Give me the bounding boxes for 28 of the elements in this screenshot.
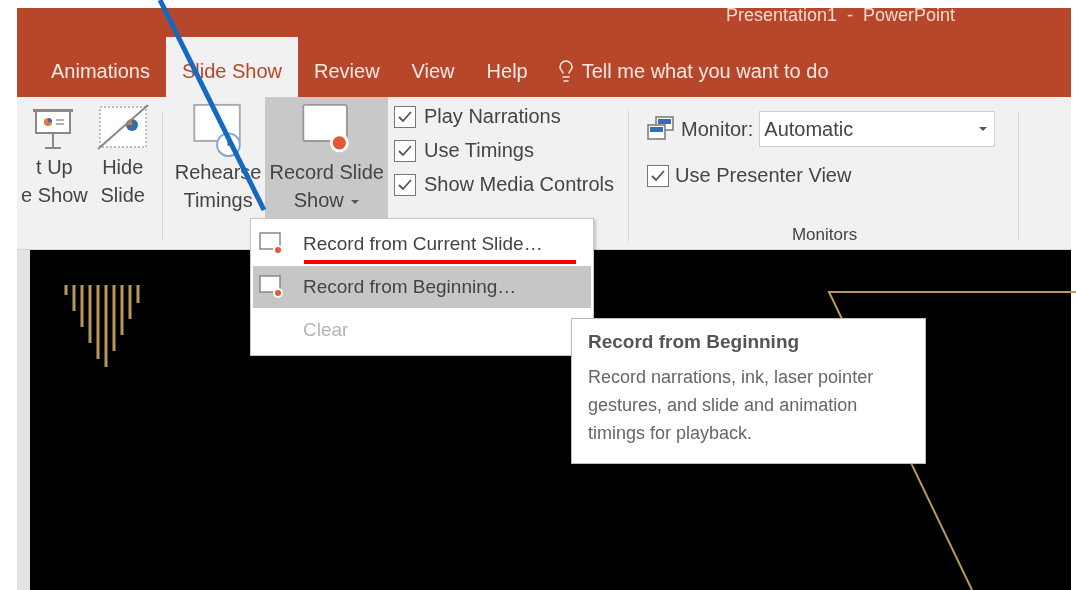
ribbon-button[interactable]: Hide Slide: [91, 97, 154, 218]
monitor-dropdown[interactable]: Automatic: [759, 111, 996, 147]
ribbon-button[interactable]: t Up e Show: [17, 97, 92, 218]
menu-item[interactable]: Record from Current Slide…: [253, 223, 591, 265]
window-title: Presentation1 - PowerPoint: [725, 8, 955, 22]
group-label: Monitors: [791, 225, 858, 245]
monitor-label: Monitor:: [681, 117, 754, 141]
ribbon-button[interactable]: Record Slide Show: [265, 97, 388, 218]
record-slide-icon: [259, 274, 285, 300]
monitors-icon: [647, 116, 676, 142]
checkbox-label: Use Presenter View: [675, 164, 852, 187]
ribbon-tab[interactable]: Help: [470, 45, 544, 97]
tell-me-search[interactable]: Tell me what you want to do: [553, 45, 829, 97]
ribbon-tab[interactable]: View: [395, 45, 471, 97]
tooltip-text: Record narrations, ink, laser pointer gestures, and slide and animation timings for playback.: [588, 366, 875, 445]
checkbox-label: Play Narrations: [423, 105, 561, 128]
tooltip-title: Record from Beginning: [588, 331, 801, 353]
ribbon-tab[interactable]: Animations: [35, 45, 166, 97]
hide-slide-icon: [95, 103, 150, 153]
checkbox[interactable]: [393, 105, 416, 128]
checkbox[interactable]: [647, 164, 670, 187]
ribbon-tab[interactable]: Review: [298, 45, 396, 97]
checkbox[interactable]: [393, 173, 416, 196]
menu-item[interactable]: Record from Beginning…: [253, 266, 591, 308]
checkbox-label: Use Timings: [423, 139, 534, 162]
caret-icon: [978, 126, 989, 132]
checkbox[interactable]: [393, 139, 416, 162]
checkbox-label: Show Media Controls: [423, 173, 615, 196]
